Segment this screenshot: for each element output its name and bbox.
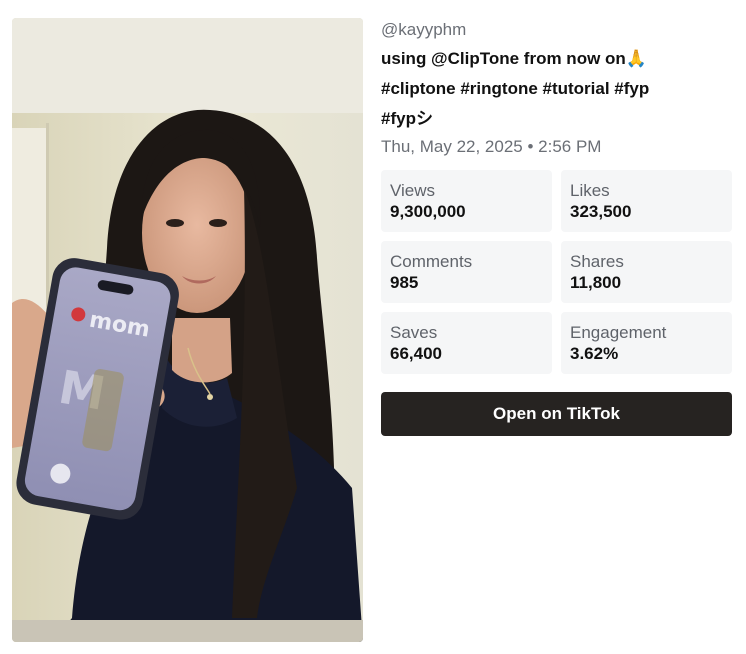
author-handle[interactable]: @kayyphm — [381, 18, 733, 42]
stat-comments: Comments 985 — [381, 241, 552, 303]
stat-value: 3.62% — [570, 344, 619, 363]
stat-value: 323,500 — [570, 202, 632, 221]
stat-label: Engagement — [570, 323, 667, 342]
stat-label: Comments — [390, 252, 473, 271]
post-caption-line: #fypシ — [381, 109, 433, 128]
stat-label: Views — [390, 181, 436, 200]
stat-value: 66,400 — [390, 344, 442, 363]
stats-grid: Views 9,300,000 Likes 323,500 Comments 9… — [381, 170, 733, 374]
thumbnail-illustration: mom M — [12, 18, 363, 642]
stat-value: 11,800 — [570, 273, 622, 292]
post-info-panel: @kayyphm using @ClipTone from now on🙏 #c… — [381, 18, 733, 436]
stat-views: Views 9,300,000 — [381, 170, 552, 232]
video-thumbnail[interactable]: mom M — [12, 18, 363, 642]
stat-label: Shares — [570, 252, 624, 271]
stat-shares: Shares 11,800 — [561, 241, 732, 303]
post-caption-line: #cliptone #ringtone #tutorial #fyp — [381, 79, 650, 98]
stat-saves: Saves 66,400 — [381, 312, 552, 374]
post-date: Thu, May 22, 2025 • 2:56 PM — [381, 137, 602, 156]
open-on-tiktok-button[interactable]: Open on TikTok — [381, 392, 732, 436]
stat-value: 9,300,000 — [390, 202, 466, 221]
stat-engagement: Engagement 3.62% — [561, 312, 732, 374]
post-caption-line: using @ClipTone from now on🙏 — [381, 49, 647, 68]
stat-label: Saves — [390, 323, 438, 342]
stat-value: 985 — [390, 273, 419, 292]
stat-label: Likes — [570, 181, 610, 200]
stat-likes: Likes 323,500 — [561, 170, 732, 232]
